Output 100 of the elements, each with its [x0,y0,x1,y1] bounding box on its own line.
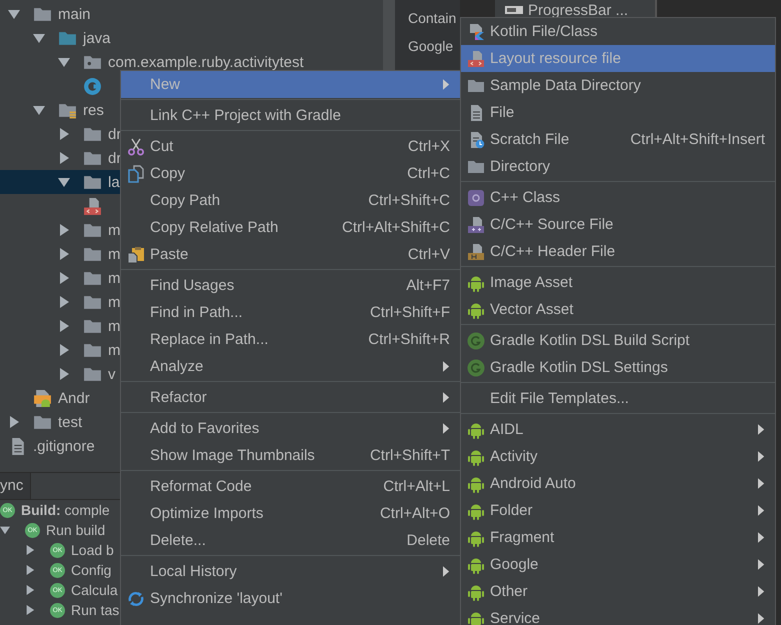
menu-item[interactable]: Google [461,551,775,578]
menu-item[interactable]: Refactor [121,384,460,411]
expand-arrow-icon[interactable] [58,320,70,332]
menu-item[interactable]: Activity [461,443,775,470]
expand-arrow-icon[interactable] [8,416,20,428]
tree-item[interactable]: com.example.ruby.activitytest [108,54,304,70]
collapse-arrow-icon[interactable] [58,56,70,68]
menu-item[interactable]: Link C++ Project with Gradle [121,102,460,129]
palette-category[interactable]: Contain [408,10,460,26]
menu-item[interactable]: Analyze [121,353,460,380]
tree-item[interactable]: m [108,342,120,358]
menu-item[interactable]: Service [461,605,775,625]
expand-arrow-icon[interactable] [58,272,70,284]
layout-file-icon [83,196,102,216]
tree-item[interactable]: m [108,318,120,334]
tree-item[interactable]: test [58,414,82,430]
expand-arrow-icon[interactable] [58,344,70,356]
android-icon [466,528,484,546]
expand-arrow-icon[interactable] [58,248,70,260]
tree-item[interactable]: Andr [58,390,90,406]
layout-file-icon [466,50,484,68]
menu-item[interactable]: Local History [121,558,460,585]
expand-arrow-icon[interactable] [58,368,70,380]
menu-item[interactable]: Copy Relative Path Ctrl+Alt+Shift+C [121,214,460,241]
menu-item[interactable]: Fragment [461,524,775,551]
expand-arrow-icon[interactable] [25,605,35,615]
android-icon [466,582,484,600]
menu-item[interactable]: Synchronize 'layout' [121,585,460,612]
android-icon [466,474,484,492]
menu-item[interactable]: C/C++ Source File [461,211,775,238]
menu-item[interactable]: Cut Ctrl+X [121,133,460,160]
tree-item[interactable]: res [83,102,104,118]
collapse-arrow-icon[interactable] [8,8,20,20]
tree-item[interactable]: java [83,30,111,46]
menu-item[interactable]: Other [461,578,775,605]
tree-item[interactable]: .gitignore [33,438,95,454]
manifest-file-icon [33,388,52,408]
menu-item[interactable]: Kotlin File/Class [461,18,775,45]
menu-item[interactable]: Copy Path Ctrl+Shift+C [121,187,460,214]
palette-category[interactable]: Google [408,38,460,54]
android-icon [466,448,484,466]
tree-item[interactable]: dr [108,126,122,142]
menu-item[interactable]: Find in Path... Ctrl+Shift+F [121,299,460,326]
expand-arrow-icon[interactable] [58,224,70,236]
tree-item[interactable]: v [108,366,116,382]
menu-item[interactable]: Reformat Code Ctrl+Alt+L [121,473,460,500]
scissors-icon [126,138,144,156]
menu-item[interactable]: C++ Class [461,184,775,211]
menu-item[interactable]: Directory [461,153,775,180]
collapse-arrow-icon[interactable] [33,104,45,116]
menu-item[interactable]: Replace in Path... Ctrl+Shift+R [121,326,460,353]
menu-item[interactable]: Sample Data Directory [461,72,775,99]
panel-tab[interactable]: ync [0,473,31,499]
menu-item[interactable]: Paste Ctrl+V [121,241,460,268]
build-step[interactable]: Calcula [71,582,118,598]
menu-item[interactable]: Edit File Templates... [461,385,775,412]
menu-item[interactable]: Find Usages Alt+F7 [121,272,460,299]
collapse-arrow-icon[interactable] [58,176,70,188]
menu-item[interactable]: AIDL [461,416,775,443]
sync-icon [126,590,144,608]
build-step[interactable]: Config [71,562,112,578]
expand-arrow-icon[interactable] [25,545,35,555]
menu-item[interactable]: Android Auto [461,470,775,497]
android-icon [466,274,484,292]
tree-item[interactable]: m [108,246,120,262]
expand-arrow-icon[interactable] [58,128,70,140]
menu-item[interactable]: Folder [461,497,775,524]
android-icon [466,610,484,625]
android-icon [466,556,484,574]
expand-arrow-icon[interactable] [58,152,70,164]
build-step[interactable]: Build: comple [21,502,110,518]
collapse-arrow-icon[interactable] [0,525,10,535]
menu-item[interactable]: Delete... Delete [121,527,460,554]
gradle-icon [466,332,484,350]
menu-item[interactable]: Scratch File Ctrl+Alt+Shift+Insert [461,126,775,153]
build-step[interactable]: Run build [46,522,106,538]
tree-item[interactable]: main [58,6,91,22]
collapse-arrow-icon[interactable] [33,32,45,44]
tree-item[interactable]: dr [108,150,122,166]
tree-item[interactable]: m [108,222,120,238]
build-step[interactable]: Run tas [71,602,120,618]
menu-item[interactable]: Optimize Imports Ctrl+Alt+O [121,500,460,527]
menu-item[interactable]: Show Image Thumbnails Ctrl+Shift+T [121,442,460,469]
tree-item[interactable]: m [108,294,120,310]
expand-arrow-icon[interactable] [58,296,70,308]
copy-icon [126,164,144,182]
menu-item[interactable]: Copy Ctrl+C [121,160,460,187]
menu-item[interactable]: Add to Favorites [121,415,460,442]
android-icon [466,300,484,318]
menu-item[interactable]: Vector Asset [461,296,775,323]
cpp-class-icon [466,188,484,206]
tree-item[interactable]: m [108,270,120,286]
build-step[interactable]: Load b [71,542,114,558]
menu-item[interactable]: Gradle Kotlin DSL Build Script [461,327,775,354]
menu-item[interactable]: C/C++ Header File [461,238,775,265]
expand-arrow-icon[interactable] [25,585,35,595]
menu-item[interactable]: Image Asset [461,269,775,296]
menu-item[interactable]: Gradle Kotlin DSL Settings [461,354,775,381]
expand-arrow-icon[interactable] [25,565,35,575]
menu-item[interactable]: File [461,99,775,126]
